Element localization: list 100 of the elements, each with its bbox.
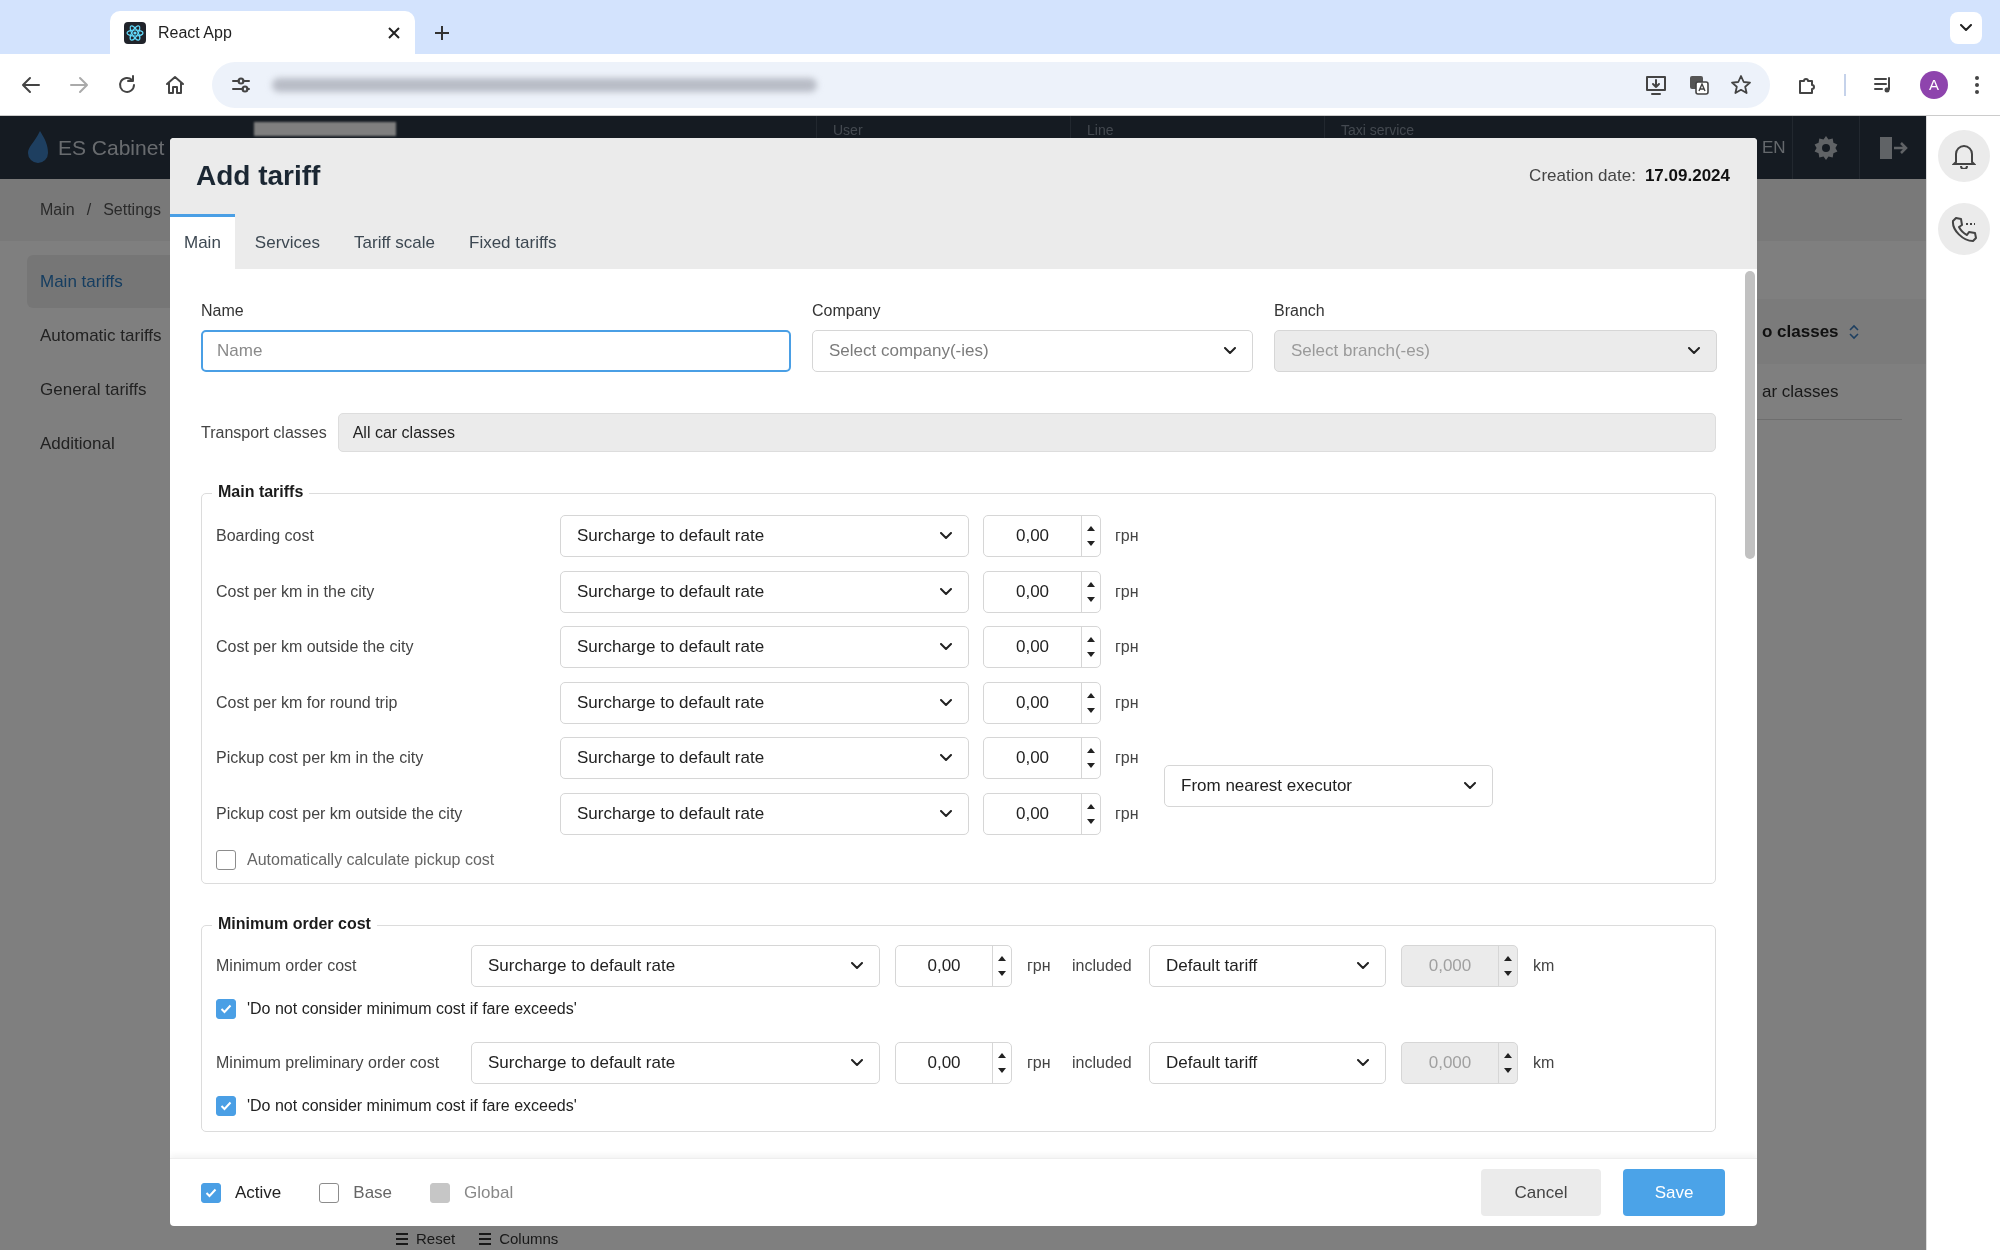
chevron-down-icon (1688, 347, 1700, 355)
number-field[interactable]: 0,00 (983, 626, 1101, 669)
chevron-down-icon (940, 698, 952, 707)
creation-date: 17.09.2024 (1644, 166, 1730, 186)
row-label: Cost per km in the city (216, 582, 376, 601)
row-label: Boarding cost (216, 527, 315, 545)
number-field[interactable]: 0,00 (895, 1041, 1012, 1084)
logout-icon[interactable] (1878, 134, 1908, 161)
chevron-down-icon (940, 809, 952, 818)
rate-type-dropdown[interactable]: Surcharge to default rate (471, 944, 880, 987)
rate-type-dropdown[interactable]: Surcharge to default rate (560, 626, 969, 669)
unit-label: грн (1115, 693, 1140, 712)
rate-type-dropdown[interactable]: Surcharge to default rate (560, 737, 969, 780)
home-icon[interactable] (164, 73, 186, 96)
cancel-button[interactable]: Cancel (1481, 1169, 1601, 1216)
chevron-down-icon (940, 754, 952, 763)
react-atom-icon (124, 21, 146, 44)
tab[interactable]: Tariff scale (340, 214, 449, 269)
checkbox[interactable] (216, 1095, 236, 1116)
number-field[interactable]: 0,00 (983, 681, 1101, 724)
unit-label: грн (1115, 749, 1140, 768)
chevron-down-icon (940, 643, 952, 652)
checkbox[interactable] (319, 1182, 340, 1203)
toolbar-link[interactable]: Columns (499, 1230, 559, 1247)
menu-icon[interactable] (1974, 73, 1980, 96)
checkmark-icon (220, 1100, 232, 1111)
rate-type-dropdown[interactable]: Surcharge to default rate (560, 515, 969, 557)
row-label: Minimum preliminary order cost (216, 1053, 441, 1072)
profile-avatar[interactable]: A (1920, 70, 1948, 99)
transport-classes-field[interactable]: All car classes (337, 413, 1716, 452)
company-dropdown[interactable]: Select company(-ies) (812, 330, 1253, 372)
tab[interactable]: Services (240, 214, 335, 269)
pickup-source-dropdown[interactable]: From nearest executor (1164, 765, 1493, 808)
rate-type-dropdown[interactable]: Surcharge to default rate (471, 1041, 880, 1084)
row-label: Minimum order cost (216, 956, 358, 975)
checkmark-icon (205, 1187, 217, 1198)
unit-label: грн (1115, 527, 1140, 545)
translate-icon[interactable] (1688, 73, 1710, 96)
chevron-down-icon (1960, 24, 1972, 32)
tariff-dropdown[interactable]: Default tariff (1149, 1041, 1386, 1084)
sort-icon[interactable] (1848, 323, 1859, 340)
number-field[interactable]: 0,00 (983, 570, 1101, 613)
row-label: Cost per km for round trip (216, 693, 399, 712)
chevron-down-icon (940, 532, 952, 540)
row-label: Pickup cost per km in the city (216, 749, 425, 768)
settings-icon[interactable] (1813, 134, 1839, 161)
tab[interactable]: Main (170, 214, 235, 269)
rate-type-dropdown[interactable]: Surcharge to default rate (560, 570, 969, 613)
reload-icon[interactable] (116, 73, 138, 96)
checkbox-label: 'Do not consider minimum cost if fare exceeds' (247, 999, 577, 1018)
unit-label: грн (1115, 638, 1140, 657)
unit-label: грн (1115, 582, 1140, 601)
checkbox-label: Active (235, 1182, 282, 1203)
number-field[interactable]: 0,00 (983, 792, 1101, 835)
creation-date-label: Creation date: (1529, 166, 1636, 186)
brand-name: ES Cabinet (58, 135, 165, 160)
rate-type-dropdown[interactable]: Surcharge to default rate (560, 681, 969, 724)
browser-tab[interactable]: React App (110, 11, 415, 54)
checkbox[interactable] (216, 998, 236, 1019)
scrollbar-thumb[interactable] (1745, 271, 1755, 559)
checkmark-icon (220, 1003, 232, 1014)
number-field[interactable]: 0,00 (983, 515, 1101, 557)
chevron-down-icon (851, 961, 863, 970)
unit-label: km (1533, 1053, 1556, 1072)
rate-type-dropdown[interactable]: Surcharge to default rate (560, 792, 969, 835)
column-header[interactable]: o classes (1762, 321, 1839, 342)
unit-label: грн (1027, 956, 1052, 975)
unit-label: грн (1115, 804, 1140, 823)
chevron-down-icon (1464, 782, 1476, 791)
language-code: EN (1762, 137, 1786, 158)
row-label: Cost per km outside the city (216, 638, 415, 657)
checkbox-label: Base (353, 1182, 393, 1203)
tab-list-button[interactable] (1950, 12, 1982, 44)
checkbox-label: 'Do not consider minimum cost if fare exceeds' (247, 1096, 577, 1115)
plus-icon[interactable] (433, 24, 451, 42)
checkbox-label: Automatically calculate pickup cost (247, 850, 495, 869)
unit-label: km (1533, 956, 1556, 975)
row-label: Pickup cost per km outside the city (216, 804, 464, 823)
tariff-dropdown[interactable]: Default tariff (1149, 944, 1386, 987)
drop-logo-icon (28, 130, 48, 165)
field-label: Transport classes (201, 423, 327, 442)
toolbar-link[interactable]: Reset (416, 1230, 456, 1247)
bookmark-star-icon[interactable] (1730, 73, 1752, 96)
number-field[interactable]: 0,00 (895, 944, 1012, 987)
included-label: included (1072, 1053, 1133, 1072)
name-input[interactable]: Name (201, 330, 791, 372)
dialog-title: Add tariff (196, 160, 321, 192)
checkbox[interactable] (201, 1182, 221, 1203)
checkbox-label: Global (464, 1182, 514, 1203)
chevron-down-icon (1357, 1058, 1369, 1067)
included-label: included (1072, 956, 1133, 975)
chevron-down-icon (940, 587, 952, 596)
checkbox[interactable] (216, 849, 236, 870)
chevron-down-icon (1357, 961, 1369, 970)
chevron-down-icon (1224, 347, 1236, 355)
install-icon[interactable] (1644, 73, 1668, 96)
close-icon[interactable] (387, 25, 401, 40)
phone-icon (1950, 216, 1977, 242)
number-field[interactable]: 0,00 (983, 737, 1101, 780)
tab[interactable]: Fixed tariffs (455, 214, 571, 269)
